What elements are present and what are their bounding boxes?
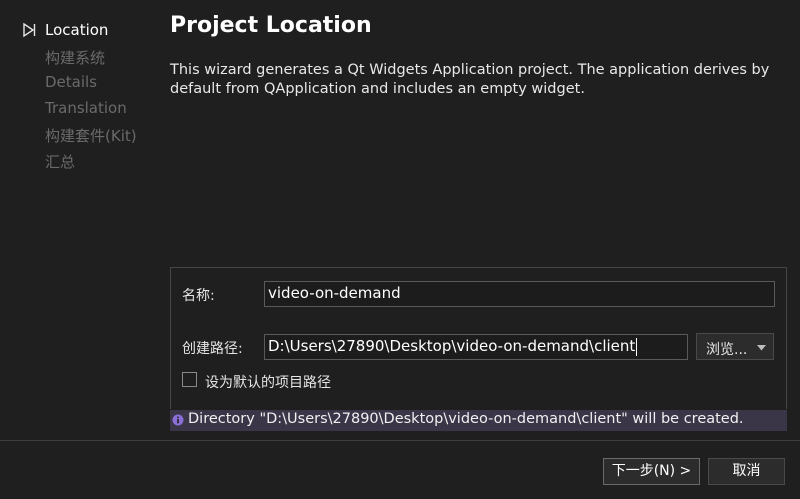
project-path-value: D:\Users\27890\Desktop\video-on-demand\c… [268, 337, 636, 355]
project-path-input[interactable]: D:\Users\27890\Desktop\video-on-demand\c… [264, 334, 688, 360]
info-icon [172, 414, 184, 426]
info-message-text: Directory "D:\Users\27890\Desktop\video-… [188, 411, 744, 427]
step-location: Location [45, 21, 109, 39]
step-kits: 构建套件(Kit) [45, 127, 137, 145]
path-label: 创建路径: [182, 341, 243, 357]
step-details: Details [45, 73, 98, 91]
default-path-checkbox[interactable] [182, 372, 197, 387]
step-summary: 汇总 [45, 153, 76, 171]
default-path-label: 设为默认的项目路径 [205, 375, 331, 391]
wizard-steps-sidebar: Location 构建系统 Details Translation 构建套件(K… [0, 0, 160, 440]
page-description: This wizard generates a Qt Widgets Appli… [170, 62, 770, 97]
footer-divider [0, 440, 800, 441]
chevron-down-icon [757, 345, 766, 351]
text-caret [636, 337, 638, 356]
project-name-input[interactable]: video-on-demand [264, 281, 775, 307]
project-name-value: video-on-demand [268, 284, 401, 302]
current-step-arrow-icon [23, 22, 36, 38]
next-button[interactable]: 下一步(N) > [603, 458, 700, 485]
name-label: 名称: [182, 288, 215, 304]
browse-button-label: 浏览... [706, 342, 748, 358]
cancel-button[interactable]: 取消 [708, 458, 785, 485]
browse-button[interactable]: 浏览... [696, 333, 774, 360]
page-title: Project Location [170, 13, 372, 38]
info-message-bar: Directory "D:\Users\27890\Desktop\video-… [170, 410, 787, 431]
step-translation: Translation [45, 99, 127, 117]
step-build-system: 构建系统 [45, 49, 106, 67]
